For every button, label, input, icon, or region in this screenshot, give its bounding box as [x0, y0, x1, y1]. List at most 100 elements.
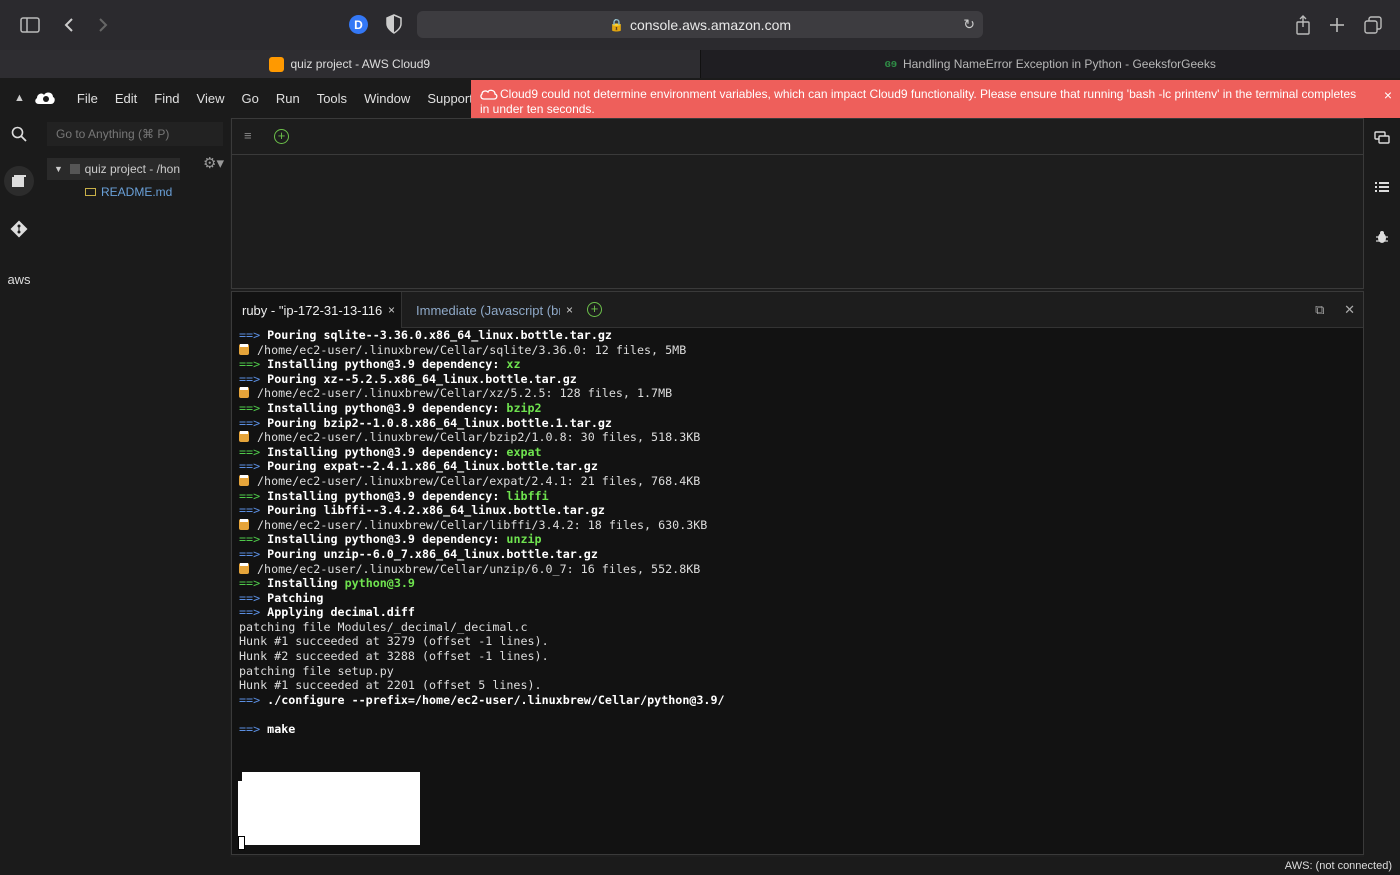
search-icon[interactable] — [6, 121, 32, 147]
close-banner-button[interactable]: × — [1384, 88, 1392, 103]
terminal-line: ==> ./configure --prefix=/home/ec2-user/… — [239, 693, 1359, 708]
arrow-prompt: ==> — [239, 400, 261, 415]
arrow-prompt: ==> — [239, 532, 261, 547]
terminal-line: Hunk #1 succeeded at 3279 (offset -1 lin… — [239, 634, 1359, 649]
aws-connection-status: AWS: (not connected) — [1284, 860, 1392, 872]
terminal-line: ==> Pouring sqlite--3.36.0.x86_64_linux.… — [239, 328, 1359, 343]
terminal-line: ==> Installing python@3.9 dependency: ex… — [239, 445, 1359, 460]
beer-mug-icon — [239, 562, 249, 574]
aws-explorer-icon[interactable]: aws — [6, 266, 32, 292]
terminal-line-text: Patching — [260, 590, 324, 605]
menu-window[interactable]: Window — [364, 91, 410, 106]
beer-mug-icon — [239, 343, 249, 355]
project-folder-row[interactable]: ▼ quiz project - /hon — [47, 158, 180, 180]
terminal-line: ==> Pouring bzip2--1.0.8.x86_64_linux.bo… — [239, 416, 1359, 431]
privacy-shield-icon[interactable] — [386, 14, 402, 34]
terminal-line-text: /home/ec2-user/.linuxbrew/Cellar/unzip/6… — [257, 561, 701, 576]
terminal-highlight: libffi — [506, 488, 549, 503]
beer-mug-icon — [239, 431, 249, 443]
left-icon-rail: aws — [0, 118, 38, 875]
file-readme[interactable]: README.md — [85, 185, 172, 199]
menu-find[interactable]: Find — [154, 91, 179, 106]
go-to-anything-input[interactable]: Go to Anything (⌘ P) — [47, 122, 223, 146]
forward-button[interactable] — [90, 12, 116, 38]
terminal-line: /home/ec2-user/.linuxbrew/Cellar/unzip/6… — [239, 562, 1359, 577]
menu-run[interactable]: Run — [276, 91, 300, 106]
terminal-line-text: patching file setup.py — [239, 663, 394, 678]
address-bar[interactable]: 🔒 console.aws.amazon.com ↻ — [417, 11, 983, 38]
arrow-prompt: ==> — [239, 459, 261, 474]
terminal-line: patching file setup.py — [239, 664, 1359, 679]
tab-immediate[interactable]: Immediate (Javascript (bro × — [408, 292, 573, 328]
terminal-line-text: Applying decimal.diff — [260, 605, 415, 620]
browser-tab-geeksforgeeks[interactable]: ɞɘ Handling NameError Exception in Pytho… — [699, 50, 1400, 78]
terminal-line-text: Hunk #1 succeeded at 3279 (offset -1 lin… — [239, 634, 549, 649]
arrow-prompt: ==> — [239, 576, 261, 591]
arrow-prompt: ==> — [239, 328, 261, 342]
arrow-prompt: ==> — [239, 590, 261, 605]
browser-tab-label: Handling NameError Exception in Python -… — [903, 57, 1216, 71]
terminal-line-text: Installing python@3.9 dependency: — [260, 357, 507, 372]
share-icon[interactable] — [1290, 12, 1316, 38]
terminal-output[interactable]: ==> Pouring sqlite--3.36.0.x86_64_linux.… — [239, 328, 1359, 848]
warning-message: Cloud9 could not determine environment v… — [480, 87, 1357, 116]
terminal-highlight: xz — [506, 357, 521, 372]
tab-ruby-terminal[interactable]: ruby - "ip-172-31-13-116. × — [232, 292, 402, 328]
gear-icon[interactable]: ⚙▾ — [203, 154, 224, 172]
terminal-line: patching file Modules/_decimal/_decimal.… — [239, 620, 1359, 635]
menu-tools[interactable]: Tools — [317, 91, 347, 106]
add-terminal-tab-icon[interactable]: + — [587, 302, 602, 317]
terminal-highlight: expat — [506, 444, 542, 459]
terminal-highlight: python@3.9 — [344, 576, 415, 591]
browser-tab-cloud9[interactable]: quiz project - AWS Cloud9 — [0, 50, 700, 78]
cloud-warning-icon — [480, 88, 498, 100]
environment-files-icon[interactable] — [4, 166, 34, 196]
terminal-window-controls: ⧉ ✕ — [1315, 302, 1355, 318]
file-tree-panel: Go to Anything (⌘ P) ▼ quiz project - /h… — [38, 118, 230, 875]
terminal-line: ==> Installing python@3.9 dependency: bz… — [239, 401, 1359, 416]
terminal-line: /home/ec2-user/.linuxbrew/Cellar/sqlite/… — [239, 343, 1359, 358]
menu-go[interactable]: Go — [242, 91, 259, 106]
terminal-line: ==> Installing python@3.9 — [239, 576, 1359, 591]
tab-overview-icon[interactable] — [1360, 12, 1386, 38]
collapse-arrow-icon[interactable]: ▲ — [14, 92, 25, 104]
terminal-line: ==> Pouring xz--5.2.5.x86_64_linux.bottl… — [239, 372, 1359, 387]
editor-pane[interactable]: ≡ + — [231, 118, 1364, 289]
terminal-line: ==> Applying decimal.diff — [239, 605, 1359, 620]
terminal-line: ==> Pouring unzip--6.0_7.x86_64_linux.bo… — [239, 547, 1359, 562]
add-tab-icon[interactable]: + — [274, 129, 289, 144]
collaborate-icon[interactable] — [1373, 129, 1391, 147]
lock-icon: 🔒 — [608, 17, 624, 32]
menu-view[interactable]: View — [197, 91, 225, 106]
close-tab-icon[interactable]: × — [566, 303, 573, 317]
arrow-prompt: ==> — [239, 415, 261, 430]
cloud9-favicon-icon — [269, 56, 285, 72]
restore-panel-icon[interactable]: ⧉ — [1315, 302, 1324, 317]
browser-tab-label: quiz project - AWS Cloud9 — [290, 57, 431, 71]
menu-icon[interactable]: ≡ — [244, 128, 252, 143]
redacted-region — [238, 772, 420, 845]
sidebar-toggle-icon[interactable] — [17, 12, 43, 38]
new-tab-icon[interactable] — [1324, 12, 1350, 38]
menu-edit[interactable]: Edit — [115, 91, 137, 106]
arrow-prompt: ==> — [239, 503, 261, 518]
source-control-icon[interactable] — [6, 216, 32, 242]
menu-support[interactable]: Support — [427, 91, 473, 106]
cloud9-logo-icon[interactable] — [33, 86, 57, 110]
markdown-file-icon — [85, 188, 96, 196]
extension-icon[interactable]: D — [349, 15, 368, 34]
close-tab-icon[interactable]: × — [388, 303, 395, 317]
folder-icon — [69, 164, 80, 174]
arrow-prompt: ==> — [239, 722, 261, 737]
reload-icon[interactable]: ↻ — [963, 16, 975, 33]
tab-label: Immediate (Javascript (bro — [416, 302, 560, 318]
terminal-cursor-mark — [238, 772, 242, 781]
terminal-line: /home/ec2-user/.linuxbrew/Cellar/xz/5.2.… — [239, 386, 1359, 401]
debugger-bug-icon[interactable] — [1373, 228, 1391, 246]
back-button[interactable] — [56, 12, 82, 38]
chevron-down-icon[interactable]: ▼ — [54, 164, 63, 174]
menu-file[interactable]: File — [77, 91, 98, 106]
close-panel-icon[interactable]: ✕ — [1344, 302, 1355, 317]
outline-icon[interactable] — [1373, 178, 1391, 196]
